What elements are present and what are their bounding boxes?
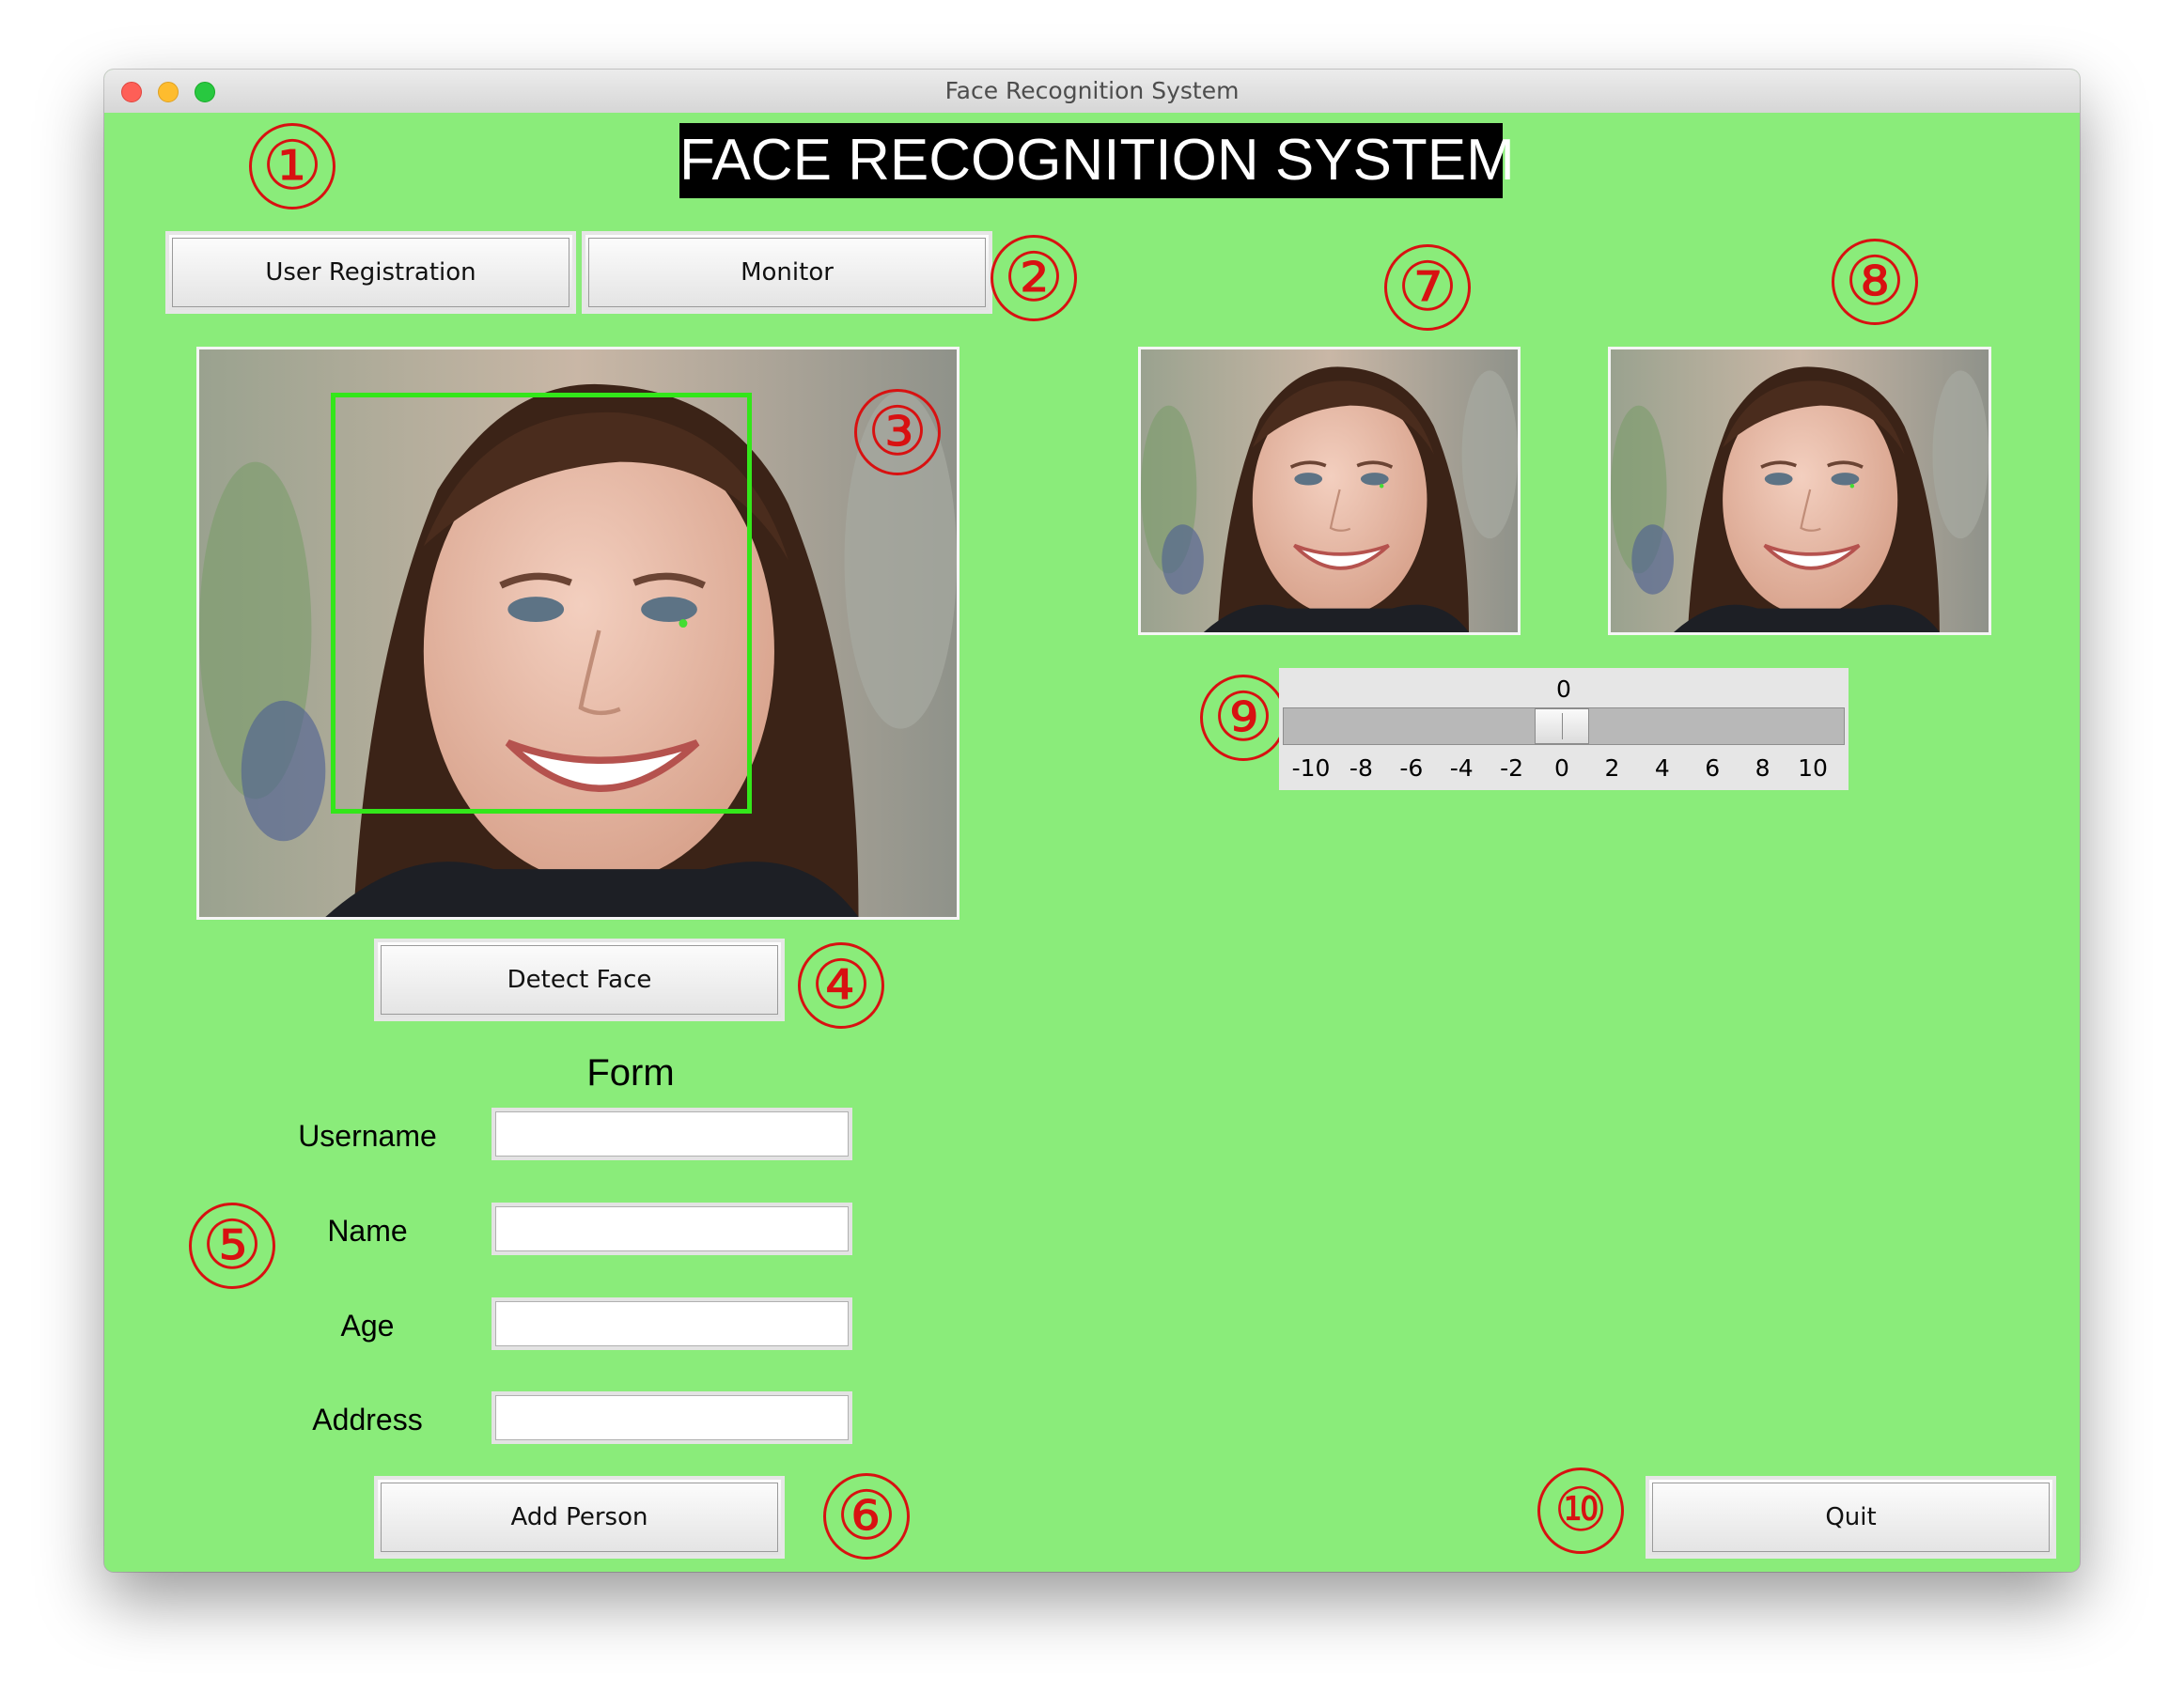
slider-tick-label: 0	[1554, 754, 1569, 782]
annotation-marker-6: ⑥	[823, 1473, 910, 1560]
annotation-marker-4: ④	[798, 942, 884, 1029]
slider-tick-label: -4	[1449, 754, 1474, 782]
user-registration-button[interactable]: User Registration	[165, 231, 576, 314]
face-bounding-box	[331, 393, 752, 814]
slider-thumb[interactable]	[1535, 708, 1589, 744]
form-title: Form	[586, 1052, 675, 1094]
slider-tick-label: 2	[1604, 754, 1620, 782]
add-person-button[interactable]: Add Person	[374, 1476, 785, 1559]
monitor-button[interactable]: Monitor	[582, 231, 992, 314]
slider-tick-label: 8	[1755, 754, 1771, 782]
address-input[interactable]	[491, 1391, 852, 1444]
annotation-marker-1: ①	[249, 123, 335, 210]
camera-feed-image	[196, 347, 959, 920]
annotation-marker-5: ⑤	[189, 1203, 275, 1289]
name-input[interactable]	[491, 1203, 852, 1255]
address-label: Address	[312, 1403, 423, 1436]
slider-tick-label: 6	[1705, 754, 1721, 782]
captured-face-image-1	[1138, 347, 1521, 635]
annotation-marker-10: ⑩	[1537, 1467, 1624, 1554]
app-content: FACE RECOGNITION SYSTEM ① User Registrat…	[104, 113, 2080, 1572]
window-titlebar[interactable]: Face Recognition System	[104, 70, 2080, 114]
annotation-marker-7: ⑦	[1384, 244, 1471, 331]
window-title: Face Recognition System	[944, 77, 1240, 104]
annotation-marker-3: ③	[854, 389, 941, 475]
age-label: Age	[340, 1309, 395, 1343]
slider-tick-label: 10	[1798, 754, 1828, 782]
username-label: Username	[298, 1119, 437, 1153]
age-input[interactable]	[491, 1297, 852, 1350]
annotation-marker-9: ⑨	[1200, 675, 1287, 761]
captured-face-image-2	[1608, 347, 1991, 635]
username-input[interactable]	[491, 1108, 852, 1160]
app-header-title: FACE RECOGNITION SYSTEM	[679, 123, 1515, 198]
slider-tick-label: -2	[1500, 754, 1524, 782]
app-window: Face Recognition System FACE RECOGNITION…	[104, 70, 2080, 1572]
annotation-marker-8: ⑧	[1832, 239, 1918, 325]
annotation-marker-2: ②	[991, 235, 1077, 321]
adjustment-slider[interactable]: 0 -10 -8 -6 -4 -2 0 2 4 6 8 10	[1279, 668, 1849, 790]
name-label: Name	[327, 1214, 408, 1248]
slider-tick-label: -10	[1291, 754, 1331, 782]
detect-face-button[interactable]: Detect Face	[374, 939, 785, 1021]
slider-tick-label: 4	[1654, 754, 1670, 782]
quit-button[interactable]: Quit	[1646, 1476, 2056, 1559]
slider-tick-label: -6	[1399, 754, 1424, 782]
slider-tick-label: -8	[1349, 754, 1373, 782]
slider-value-label: 0	[1556, 675, 1571, 703]
